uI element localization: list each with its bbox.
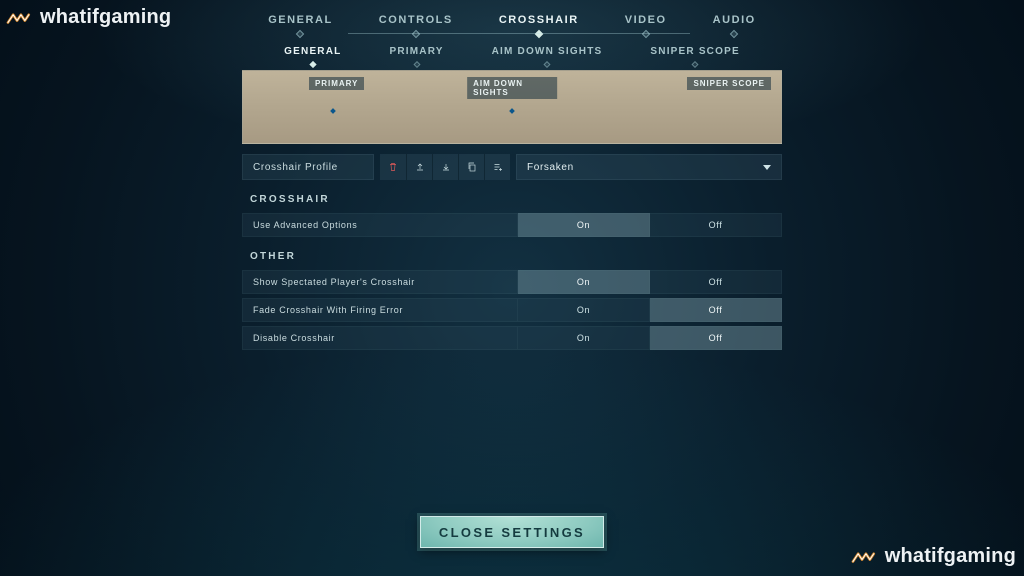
crosshair-sub-nav: GENERAL PRIMARY AIM DOWN SIGHTS SNIPER S… xyxy=(0,42,1024,67)
profile-action-icons xyxy=(380,154,510,180)
nav-marker-icon xyxy=(692,61,699,68)
profile-select-dropdown[interactable]: Forsaken xyxy=(516,154,782,180)
trash-icon xyxy=(387,161,399,173)
row-options: On Off xyxy=(518,213,782,237)
export-profile-button[interactable] xyxy=(406,154,432,180)
preview-ads: AIM DOWN SIGHTS xyxy=(422,71,601,143)
row-label: Show Spectated Player's Crosshair xyxy=(242,270,518,294)
option-on[interactable]: On xyxy=(518,270,650,294)
brand-watermark-bottom-right: whatifgaming xyxy=(851,545,1016,568)
option-off[interactable]: Off xyxy=(650,298,782,322)
close-settings-button[interactable]: CLOSE SETTINGS xyxy=(420,516,604,548)
brand-logo-icon xyxy=(851,547,877,567)
preview-sniper: SNIPER SCOPE xyxy=(602,71,781,143)
nav-connector-line xyxy=(348,33,690,34)
top-nav-crosshair[interactable]: CROSSHAIR xyxy=(499,10,579,34)
crosshair-preview-strip: PRIMARY AIM DOWN SIGHTS SNIPER SCOPE xyxy=(242,70,782,144)
import-profile-button[interactable] xyxy=(432,154,458,180)
upload-icon xyxy=(414,161,426,173)
nav-marker-icon xyxy=(535,30,543,38)
top-nav-general[interactable]: GENERAL xyxy=(268,10,333,34)
settings-top-nav: GENERAL CONTROLS CROSSHAIR VIDEO AUDIO xyxy=(0,10,1024,34)
row-label: Disable Crosshair xyxy=(242,326,518,350)
sub-nav-general[interactable]: GENERAL xyxy=(280,42,345,67)
crosshair-settings-panel: PRIMARY AIM DOWN SIGHTS SNIPER SCOPE Cro… xyxy=(242,70,782,350)
row-disable-crosshair: Disable Crosshair On Off xyxy=(242,326,782,350)
section-title-crosshair: CROSSHAIR xyxy=(242,194,782,205)
nav-marker-icon xyxy=(309,61,316,68)
crosshair-profile-row: Crosshair Profile Forsaken xyxy=(242,154,782,180)
option-off[interactable]: Off xyxy=(650,213,782,237)
nav-marker-icon xyxy=(412,30,420,38)
brand-name: whatifgaming xyxy=(885,545,1016,568)
nav-marker-icon xyxy=(730,30,738,38)
download-icon xyxy=(440,161,452,173)
sub-nav-primary[interactable]: PRIMARY xyxy=(385,42,447,67)
option-on[interactable]: On xyxy=(518,326,650,350)
sub-nav-sniper[interactable]: SNIPER SCOPE xyxy=(646,42,743,67)
top-nav-controls[interactable]: CONTROLS xyxy=(379,10,453,34)
option-on[interactable]: On xyxy=(518,298,650,322)
option-off[interactable]: Off xyxy=(650,270,782,294)
top-nav-video[interactable]: VIDEO xyxy=(625,10,667,34)
create-profile-button[interactable] xyxy=(484,154,510,180)
copy-profile-button[interactable] xyxy=(458,154,484,180)
copy-icon xyxy=(466,161,478,173)
row-show-spectated: Show Spectated Player's Crosshair On Off xyxy=(242,270,782,294)
row-use-advanced-options: Use Advanced Options On Off xyxy=(242,213,782,237)
preview-tag: PRIMARY xyxy=(309,77,364,90)
profile-selected-value: Forsaken xyxy=(527,162,574,173)
crosshair-profile-label: Crosshair Profile xyxy=(242,154,374,180)
nav-marker-icon xyxy=(641,30,649,38)
nav-marker-icon xyxy=(296,30,304,38)
row-fade-firing-error: Fade Crosshair With Firing Error On Off xyxy=(242,298,782,322)
row-options: On Off xyxy=(518,270,782,294)
crosshair-dot-icon xyxy=(509,108,515,114)
chevron-down-icon xyxy=(763,165,771,170)
section-title-other: OTHER xyxy=(242,251,782,262)
preview-tag: SNIPER SCOPE xyxy=(687,77,771,90)
row-options: On Off xyxy=(518,326,782,350)
crosshair-dot-icon xyxy=(330,108,336,114)
sub-nav-ads[interactable]: AIM DOWN SIGHTS xyxy=(488,42,607,67)
preview-primary: PRIMARY xyxy=(243,71,422,143)
delete-profile-button[interactable] xyxy=(380,154,406,180)
option-on[interactable]: On xyxy=(518,213,650,237)
list-plus-icon xyxy=(492,161,504,173)
row-options: On Off xyxy=(518,298,782,322)
option-off[interactable]: Off xyxy=(650,326,782,350)
row-label: Fade Crosshair With Firing Error xyxy=(242,298,518,322)
nav-marker-icon xyxy=(413,61,420,68)
nav-marker-icon xyxy=(543,61,550,68)
row-label: Use Advanced Options xyxy=(242,213,518,237)
top-nav-audio[interactable]: AUDIO xyxy=(713,10,756,34)
preview-tag: AIM DOWN SIGHTS xyxy=(467,77,557,99)
